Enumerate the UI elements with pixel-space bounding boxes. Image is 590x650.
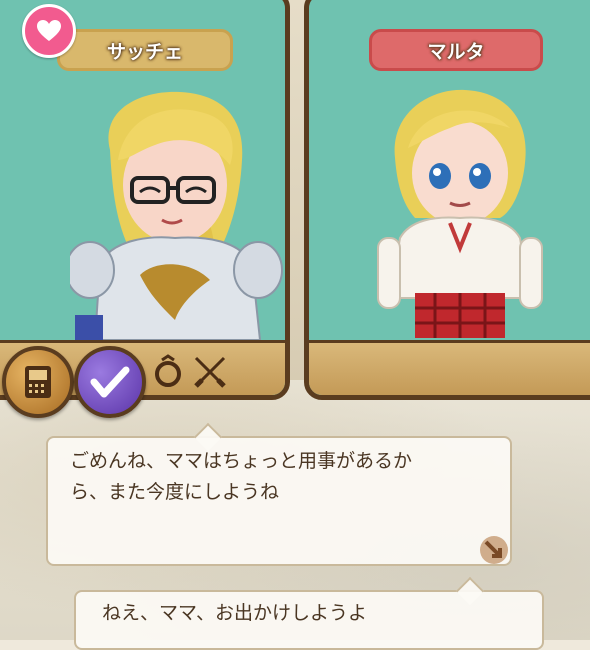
dialog-line-1: ごめんね、ママはちょっと用事があるか: [70, 450, 413, 472]
reply-text: ねえ、ママ、お出かけしようよ: [102, 602, 368, 624]
character-name-left: サッチェ: [57, 29, 233, 71]
dialog-line-2: ら、また今度にしようね: [70, 481, 280, 503]
avatar-marta: [377, 89, 543, 338]
check-icon[interactable]: [74, 346, 146, 418]
heart-icon[interactable]: [22, 4, 76, 58]
avatar-satche: [70, 91, 283, 340]
book-icon[interactable]: [2, 346, 74, 418]
panel-floor-right: [309, 340, 590, 395]
next-arrow-icon[interactable]: [474, 530, 514, 570]
dialog-box[interactable]: ごめんね、ママはちょっと用事があるか ら、また今度にしようね: [46, 422, 512, 566]
ring-icon[interactable]: [150, 354, 186, 388]
reply-choice[interactable]: ねえ、ママ、お出かけしようよ: [74, 576, 544, 650]
crossed-swords-icon[interactable]: [192, 354, 228, 388]
character-name-right: マルタ: [369, 29, 543, 71]
